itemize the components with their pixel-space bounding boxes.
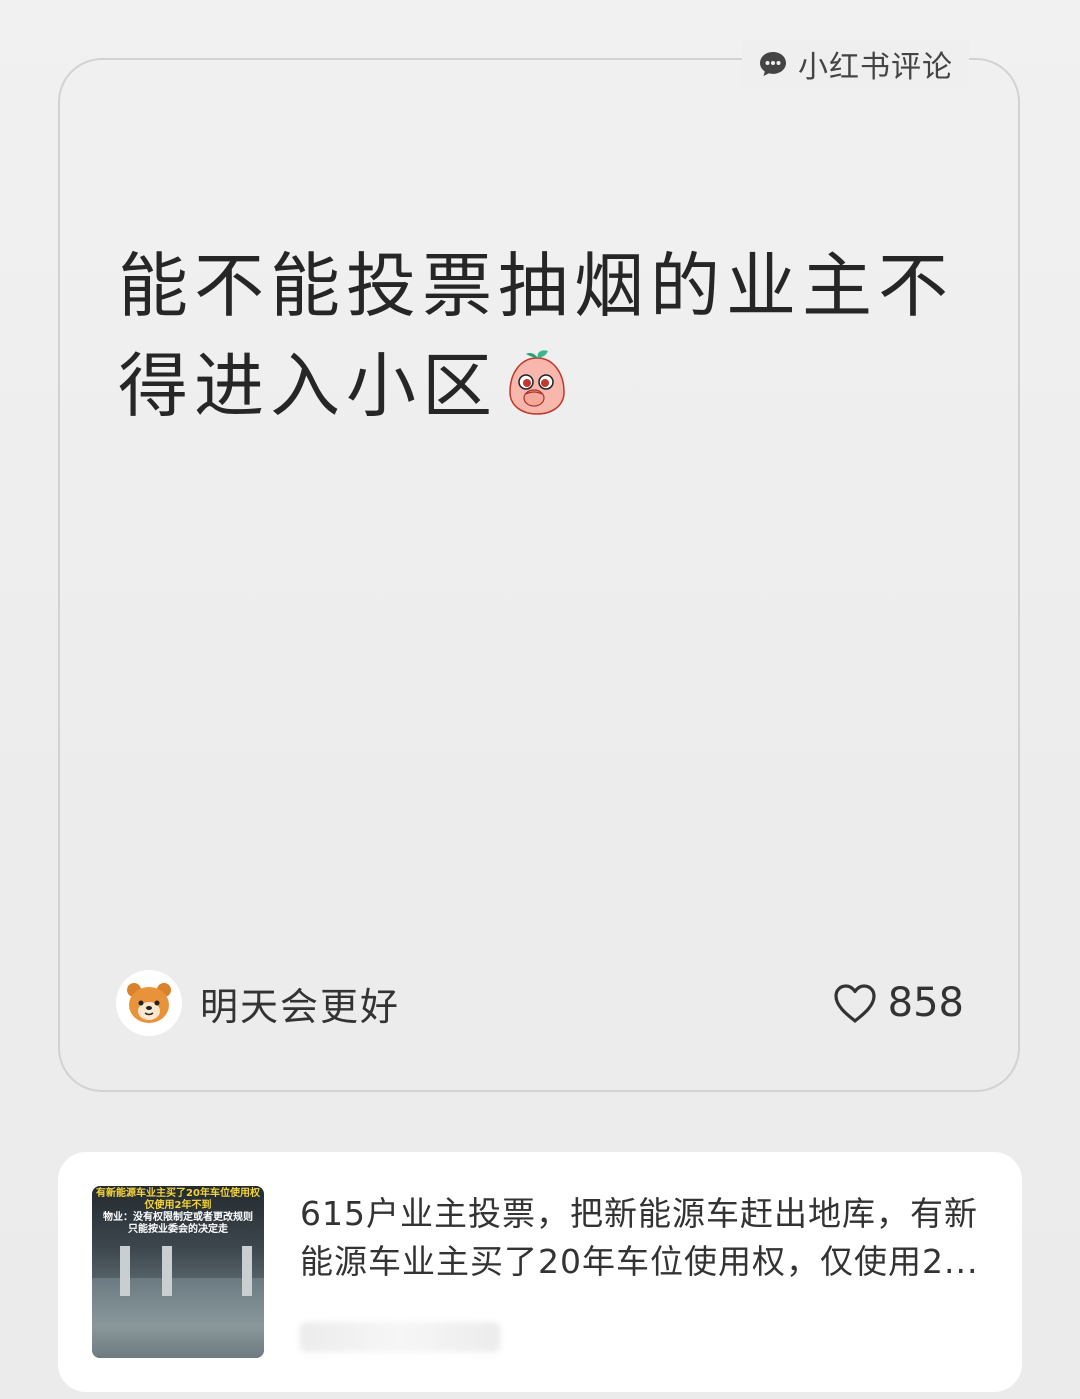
peach-cover-mouth-emoji [509, 350, 565, 415]
page: 小红书评论 能不能投票抽烟的业主不得进入小区 明天会更好 858 有新能源车业主… [0, 0, 1080, 1399]
thumb-banner-line: 仅使用2年不到 [144, 1200, 212, 1211]
thumb-banner-line: 有新能源车业主买了20年车位使用权 [96, 1188, 260, 1199]
like-count: 858 [887, 980, 964, 1026]
thumb-pillar [120, 1246, 130, 1296]
heart-icon[interactable] [832, 982, 878, 1024]
comment-text: 能不能投票抽烟的业主不得进入小区 [118, 236, 978, 436]
thumb-floor [92, 1278, 264, 1358]
note-text[interactable]: 615户业主投票，把新能源车赶出地库，有新能源车业主买了20年车位使用权，仅使用… [300, 1190, 990, 1286]
source-tag: 小红书评论 [742, 40, 969, 88]
thumb-banner-line: 只能按业委会的决定走 [128, 1224, 228, 1235]
avatar[interactable] [116, 970, 182, 1036]
thumb-banner: 有新能源车业主买了20年车位使用权 仅使用2年不到 物业：没有权限制定或者更改规… [96, 1188, 260, 1236]
thumb-pillar [162, 1246, 172, 1296]
author-row[interactable]: 明天会更好 [116, 970, 400, 1036]
linked-note-card[interactable]: 有新能源车业主买了20年车位使用权 仅使用2年不到 物业：没有权限制定或者更改规… [58, 1152, 1022, 1392]
author-name[interactable]: 明天会更好 [200, 976, 400, 1031]
note-author-blurred [300, 1322, 500, 1352]
bear-avatar-icon [127, 983, 171, 1023]
thumb-banner-line: 物业：没有权限制定或者更改规则 [103, 1212, 253, 1223]
comment-card [58, 58, 1020, 1092]
thumb-pillar [242, 1246, 252, 1296]
chat-bubble-icon [760, 52, 786, 76]
source-label: 小红书评论 [798, 50, 953, 85]
note-thumbnail[interactable]: 有新能源车业主买了20年车位使用权 仅使用2年不到 物业：没有权限制定或者更改规… [92, 1186, 264, 1358]
like-button[interactable]: 858 [832, 980, 964, 1026]
